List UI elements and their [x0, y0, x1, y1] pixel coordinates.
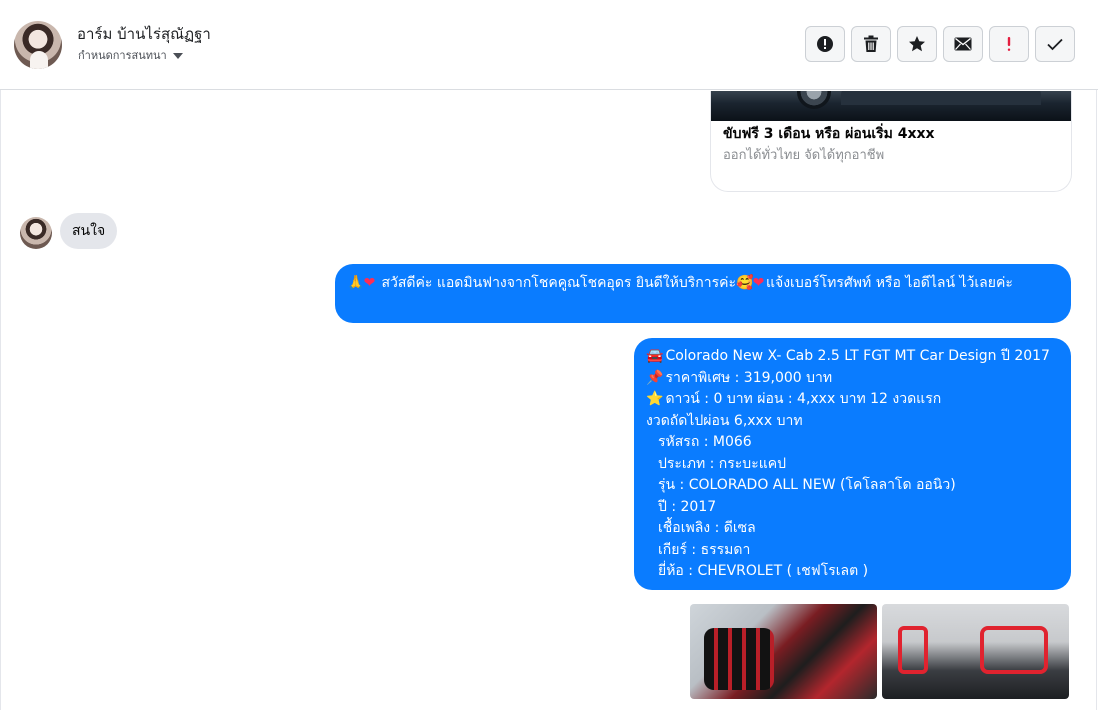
praying-hands-icon: 🙏 — [347, 275, 365, 291]
listing-model: รุ่น : COLORADO ALL NEW (โคโลลาโด ออนิว) — [658, 477, 956, 493]
ad-card[interactable]: ขับฟรี 3 เดือน หรือ ผ่อนเริ่ม 4xxx ออกได… — [710, 91, 1072, 192]
ad-card-subtitle: ออกได้ทั่วไทย จัดได้ทุกอาชีพ — [723, 148, 885, 163]
listing-next-installment: งวดถัดไปผ่อน 6,xxx บาท — [646, 412, 803, 429]
outgoing-message-text: สวัสดีค่ะ แอดมินฟางจากโชคคูณโชคอุดร ยินด… — [381, 275, 736, 291]
interior-dashboard-photo[interactable] — [882, 604, 1069, 699]
listing-line: ยี่ห้อ : CHEVROLET ( เชฟโรเลต ) — [646, 561, 1059, 583]
mark-spam-button[interactable] — [805, 26, 845, 62]
exclamation-icon — [1007, 37, 1011, 51]
listing-line: เกียร์ : ธรรมดา — [646, 540, 1059, 562]
outgoing-listing-message[interactable]: 🚘 Colorado New X- Cab 2.5 LT FGT MT Car … — [634, 338, 1071, 590]
listing-down-payment: ดาวน์ : 0 บาท ผ่อน : 4,xxx บาท 12 งวดแรก — [665, 391, 942, 407]
mark-unread-button[interactable] — [943, 26, 983, 62]
outgoing-message[interactable]: 🙏❤ สวัสดีค่ะ แอดมินฟางจากโชคคูณโชคอุดร ย… — [335, 264, 1071, 323]
listing-line: ⭐ ดาวน์ : 0 บาท ผ่อน : 4,xxx บาท 12 งวดแ… — [646, 389, 1059, 411]
sender-avatar[interactable] — [20, 217, 52, 249]
listing-year: ปี : 2017 — [658, 498, 717, 515]
conversation-header: อาร์ม บ้านไร่สุณัฏฐา กำหนดการสนทนา — [0, 0, 1098, 90]
listing-gear: เกียร์ : ธรรมดา — [658, 541, 751, 558]
listing-line: เชื้อเพลิง : ดีเซล — [646, 518, 1059, 540]
incoming-message[interactable]: สนใจ — [60, 213, 118, 249]
listing-price: ราคาพิเศษ : 319,000 บาท — [665, 369, 833, 386]
contact-name[interactable]: อาร์ม บ้านไร่สุณัฏฐา — [77, 22, 211, 46]
conversation-toolbar — [805, 26, 1075, 62]
heart-icon: ❤ — [752, 275, 765, 291]
car-body — [841, 91, 1041, 105]
listing-line: งวดถัดไปผ่อน 6,xxx บาท — [646, 411, 1059, 433]
car-icon: 🚘 — [646, 348, 664, 364]
listing-code: รหัสรถ : M066 — [658, 434, 752, 450]
star-icon — [909, 36, 925, 52]
smiling-face-hearts-icon: 🥰 — [735, 275, 754, 291]
caret-down-icon — [172, 52, 183, 59]
ad-card-image — [711, 91, 1071, 121]
follow-up-button[interactable] — [989, 26, 1029, 62]
message-thread[interactable]: ขับฟรี 3 เดือน หรือ ผ่อนเริ่ม 4xxx ออกได… — [0, 91, 1098, 711]
vent-shape — [898, 626, 928, 674]
listing-line: รุ่น : COLORADO ALL NEW (โคโลลาโด ออนิว) — [646, 475, 1059, 497]
contact-avatar[interactable] — [14, 21, 62, 69]
trash-icon — [864, 35, 878, 52]
car-wheel — [797, 91, 831, 109]
check-icon — [1047, 38, 1063, 51]
listing-line: ประเภท : กระบะแคป — [646, 454, 1059, 476]
listing-title: Colorado New X- Cab 2.5 LT FGT MT Car De… — [665, 348, 1050, 364]
delete-button[interactable] — [851, 26, 891, 62]
listing-line: 🚘 Colorado New X- Cab 2.5 LT FGT MT Car … — [646, 346, 1059, 368]
conversation-settings-label: กำหนดการสนทนา — [78, 49, 167, 62]
mark-done-button[interactable] — [1035, 26, 1075, 62]
listing-type: ประเภท : กระบะแคป — [658, 455, 786, 472]
pushpin-icon: 📌 — [646, 369, 664, 386]
star-emoji-icon: ⭐ — [646, 391, 664, 407]
seat-shape — [704, 628, 774, 690]
outgoing-message-text: แจ้งเบอร์โทรศัพท์ หรือ ไอดีไลน์ ไว้เลยค่… — [765, 275, 1013, 291]
console-shape — [980, 626, 1048, 674]
listing-fuel: เชื้อเพลิง : ดีเซล — [658, 520, 756, 536]
ad-card-title: ขับฟรี 3 เดือน หรือ ผ่อนเริ่ม 4xxx — [723, 126, 935, 142]
envelope-icon — [954, 37, 972, 51]
listing-line: รหัสรถ : M066 — [646, 432, 1059, 454]
listing-brand: ยี่ห้อ : CHEVROLET ( เชฟโรเลต ) — [658, 563, 869, 579]
listing-line: 📌 ราคาพิเศษ : 319,000 บาท — [646, 368, 1059, 390]
star-button[interactable] — [897, 26, 937, 62]
conversation-settings-dropdown[interactable]: กำหนดการสนทนา — [78, 46, 183, 64]
interior-seat-photo[interactable] — [690, 604, 877, 699]
heart-icon: ❤ — [363, 275, 376, 291]
alert-circle-icon — [817, 36, 833, 52]
listing-line: ปี : 2017 — [646, 497, 1059, 519]
